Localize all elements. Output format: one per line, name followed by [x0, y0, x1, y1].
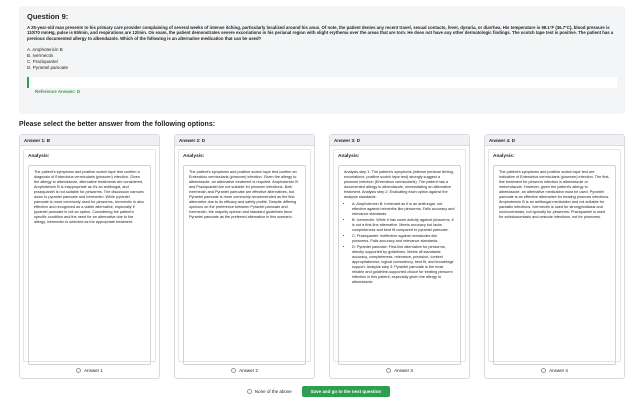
radio-label: Answer 1: [84, 367, 103, 373]
radio-label: Answer 4: [549, 367, 568, 373]
answer-card-2: Answer 2: D Analysis: The patient's symp…: [174, 134, 315, 379]
radio-icon[interactable]: [246, 388, 252, 394]
options-list: A. Amphotericin B B. Ivermectin C. Prazi…: [27, 47, 617, 71]
analysis-text-2: The patient's symptoms and positive scot…: [183, 165, 306, 365]
answer-header-3: Answer 3: D: [330, 135, 469, 146]
radio-icon[interactable]: [386, 367, 392, 373]
answer-card-4: Answer 4: D Analysis: The patient's symp…: [484, 134, 625, 379]
answer-header-4: Answer 4: D: [485, 135, 624, 146]
analysis-label: Analysis:: [28, 154, 50, 159]
reference-answer-box: Reference Answer: D: [27, 77, 617, 94]
answer-header-1: Answer 1: B: [20, 135, 159, 146]
analysis-label: Analysis:: [493, 154, 515, 159]
question-panel: Question 9: A 25-year-old man presents t…: [19, 6, 625, 114]
bottom-bar: None of the above Save and go to the nex…: [0, 385, 637, 397]
radio-icon[interactable]: [541, 367, 547, 373]
section-title: Please select the better answer from the…: [19, 121, 216, 128]
radio-icon[interactable]: [231, 367, 237, 373]
analysis-bullets: A: Amphotericin B: Irrelevant as it is a…: [344, 202, 455, 285]
answer-radio-3[interactable]: Answer 3: [330, 365, 469, 375]
answer-header-2: Answer 2: D: [175, 135, 314, 146]
bullet-b: B: Ivermectin: While it has some activit…: [352, 218, 455, 233]
none-of-the-above-radio[interactable]: None of the above: [246, 388, 292, 394]
radio-label: Answer 3: [394, 367, 413, 373]
analysis-label: Analysis:: [183, 154, 205, 159]
radio-icon[interactable]: [76, 367, 82, 373]
save-next-button[interactable]: Save and go to the next question: [301, 385, 391, 397]
answer-body-1: Analysis: The patient's symptoms and pos…: [23, 149, 156, 365]
answers-grid: Answer 1: B Analysis: The patient's symp…: [19, 134, 625, 379]
question-title: Question 9:: [27, 12, 69, 21]
answer-body-2: Analysis: The patient's symptoms and pos…: [178, 149, 311, 365]
answer-card-3: Answer 3: D Analysis: Analysis step 1: T…: [329, 134, 470, 379]
answer-radio-2[interactable]: Answer 2: [175, 365, 314, 375]
analysis-text-1: The patient's symptoms and positive scot…: [28, 165, 151, 365]
analysis-text-4: The patient's symptoms and positive scot…: [493, 165, 616, 365]
analysis-text-3: Analysis step 1: The patient's symptoms …: [338, 165, 461, 365]
analysis-intro: Analysis step 1: The patient's symptoms …: [344, 170, 454, 199]
answer-card-1: Answer 1: B Analysis: The patient's symp…: [19, 134, 160, 379]
reference-answer: Reference Answer: D: [35, 89, 81, 95]
answer-body-4: Analysis: The patient's symptoms and pos…: [488, 149, 621, 365]
analysis-label: Analysis:: [338, 154, 360, 159]
question-text: A 25-year-old man presents to his primar…: [27, 25, 614, 41]
bullet-c: C: Praziquantel: Ineffective against nem…: [352, 234, 455, 244]
bullet-d: D: Pyrantel pamoate: First-line alternat…: [352, 245, 455, 285]
bullet-a: A: Amphotericin B: Irrelevant as it is a…: [352, 202, 455, 217]
option-d: D. Pyrantel pamoate: [27, 65, 69, 71]
radio-label: Answer 2: [239, 367, 258, 373]
answer-body-3: Analysis: Analysis step 1: The patient's…: [333, 149, 466, 365]
answer-radio-4[interactable]: Answer 4: [485, 365, 624, 375]
none-label: None of the above: [254, 388, 292, 394]
answer-radio-1[interactable]: Answer 1: [20, 365, 159, 375]
